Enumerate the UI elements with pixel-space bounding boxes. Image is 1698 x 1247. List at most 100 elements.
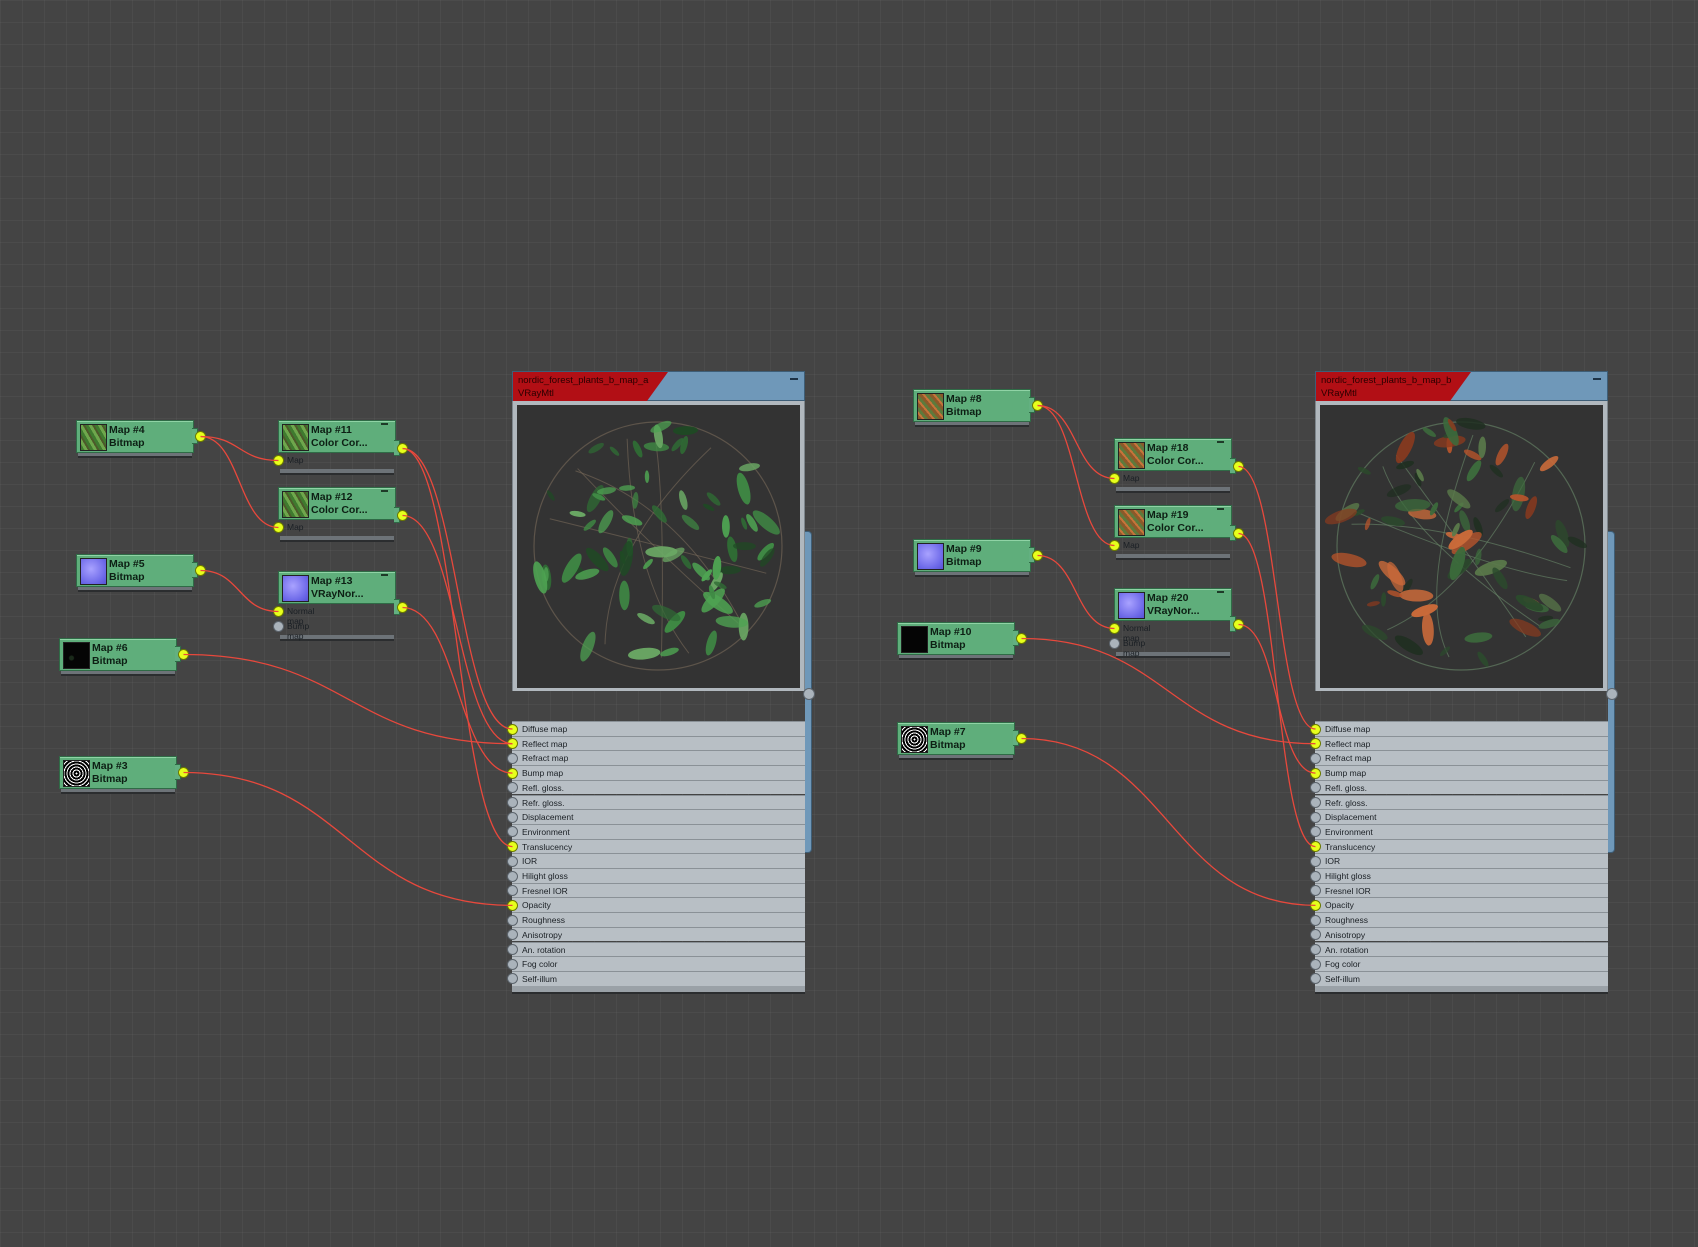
material-header[interactable]: nordic_forest_plants_b_map_b VRayMtl: [1315, 371, 1608, 402]
output-socket[interactable]: [1032, 400, 1043, 411]
slot-anisotropy[interactable]: Anisotropy: [1315, 926, 1608, 942]
connection-wire[interactable]: [200, 435, 279, 462]
input-socket-map[interactable]: [1109, 473, 1120, 484]
slot-ior[interactable]: IOR: [1315, 853, 1608, 868]
slot-diffuse-map[interactable]: Diffuse map: [512, 721, 805, 736]
connection-wire[interactable]: [1021, 737, 1316, 907]
collapse-icon[interactable]: [381, 490, 388, 492]
input-socket-bump-map[interactable]: [273, 621, 284, 632]
output-socket[interactable]: [397, 510, 408, 521]
output-socket[interactable]: [1032, 550, 1043, 561]
connection-wire[interactable]: [1037, 404, 1115, 480]
output-socket[interactable]: [397, 443, 408, 454]
slot-anisotropy[interactable]: Anisotropy: [512, 926, 805, 942]
input-socket[interactable]: [507, 797, 518, 808]
material-header[interactable]: nordic_forest_plants_b_map_a VRayMtl: [512, 371, 805, 402]
collapse-icon[interactable]: [1593, 378, 1601, 380]
slot-opacity[interactable]: Opacity: [512, 897, 805, 913]
input-socket[interactable]: [507, 914, 518, 926]
input-socket-map[interactable]: [273, 455, 284, 466]
input-socket[interactable]: [507, 811, 518, 823]
output-socket[interactable]: [397, 602, 408, 613]
slot-fresnel-ior[interactable]: Fresnel IOR: [512, 882, 805, 898]
input-socket[interactable]: [1310, 797, 1321, 808]
slot-diffuse-map[interactable]: Diffuse map: [1315, 721, 1608, 736]
connection-wire[interactable]: [1238, 623, 1316, 774]
input-socket-bump-map[interactable]: [1109, 638, 1120, 649]
output-socket[interactable]: [178, 767, 189, 778]
slot-hilight-gloss[interactable]: Hilight gloss: [1315, 868, 1608, 883]
slot-refl-gloss[interactable]: Refl. gloss.: [1315, 779, 1608, 795]
input-socket[interactable]: [1310, 752, 1321, 764]
input-socket[interactable]: [1310, 811, 1321, 823]
slot-bump-map[interactable]: Bump map: [1315, 765, 1608, 780]
output-socket[interactable]: [1233, 461, 1244, 472]
input-socket[interactable]: [1310, 914, 1321, 926]
connection-wire[interactable]: [402, 447, 513, 730]
collapse-icon[interactable]: [1217, 591, 1224, 593]
collapse-icon[interactable]: [381, 574, 388, 576]
input-socket[interactable]: [1310, 855, 1321, 867]
slot-refl-gloss[interactable]: Refl. gloss.: [512, 779, 805, 795]
slot-reflect-map[interactable]: Reflect map: [512, 735, 805, 751]
material-preview[interactable]: [1315, 401, 1608, 691]
slot-bump-map[interactable]: Bump map: [512, 765, 805, 780]
slot-environment[interactable]: Environment: [512, 823, 805, 839]
connection-wire[interactable]: [402, 606, 513, 774]
input-socket[interactable]: [507, 767, 518, 779]
input-socket[interactable]: [507, 958, 518, 970]
output-socket[interactable]: [1233, 528, 1244, 539]
input-socket[interactable]: [1310, 767, 1321, 779]
collapse-icon[interactable]: [1217, 441, 1224, 443]
slot-refract-map[interactable]: Refract map: [1315, 750, 1608, 766]
input-socket[interactable]: [507, 723, 518, 735]
input-socket[interactable]: [507, 752, 518, 764]
input-socket[interactable]: [507, 870, 518, 882]
slot-ior[interactable]: IOR: [512, 853, 805, 868]
collapse-icon[interactable]: [381, 423, 388, 425]
slot-environment[interactable]: Environment: [1315, 823, 1608, 839]
input-socket-normal-map[interactable]: [273, 606, 284, 617]
connection-wire[interactable]: [183, 653, 513, 745]
connection-wire[interactable]: [1238, 532, 1316, 848]
input-socket[interactable]: [507, 899, 518, 911]
slot-an-rotation[interactable]: An. rotation: [1315, 941, 1608, 957]
slot-self-illum[interactable]: Self-illum: [1315, 970, 1608, 986]
connection-wire[interactable]: [1037, 554, 1115, 630]
output-socket[interactable]: [1016, 733, 1027, 744]
slot-opacity[interactable]: Opacity: [1315, 897, 1608, 913]
output-socket[interactable]: [1233, 619, 1244, 630]
slot-self-illum[interactable]: Self-illum: [512, 970, 805, 986]
slot-displacement[interactable]: Displacement: [512, 809, 805, 824]
slot-translucency[interactable]: Translucency: [512, 838, 805, 854]
slot-refr-gloss[interactable]: Refr. gloss.: [1315, 794, 1608, 810]
input-socket-map[interactable]: [273, 522, 284, 533]
collapse-icon[interactable]: [790, 378, 798, 380]
input-socket[interactable]: [507, 944, 518, 955]
input-socket[interactable]: [1310, 870, 1321, 882]
connection-wire[interactable]: [402, 447, 513, 848]
connection-wire[interactable]: [1238, 465, 1316, 730]
slot-translucency[interactable]: Translucency: [1315, 838, 1608, 854]
input-socket[interactable]: [507, 855, 518, 867]
slot-roughness[interactable]: Roughness: [1315, 912, 1608, 927]
input-socket[interactable]: [1310, 958, 1321, 970]
collapse-icon[interactable]: [1217, 508, 1224, 510]
slot-displacement[interactable]: Displacement: [1315, 809, 1608, 824]
input-socket-map[interactable]: [1109, 540, 1120, 551]
slot-refract-map[interactable]: Refract map: [512, 750, 805, 766]
connection-wire[interactable]: [1037, 404, 1115, 547]
output-socket[interactable]: [803, 688, 815, 700]
slot-refr-gloss[interactable]: Refr. gloss.: [512, 794, 805, 810]
connection-wire[interactable]: [200, 435, 279, 529]
connection-wire[interactable]: [200, 569, 279, 613]
material-preview[interactable]: [512, 401, 805, 691]
slot-reflect-map[interactable]: Reflect map: [1315, 735, 1608, 751]
output-socket[interactable]: [195, 565, 206, 576]
slot-fresnel-ior[interactable]: Fresnel IOR: [1315, 882, 1608, 898]
output-socket[interactable]: [195, 431, 206, 442]
slot-an-rotation[interactable]: An. rotation: [512, 941, 805, 957]
connection-wire[interactable]: [183, 771, 513, 907]
input-socket[interactable]: [1310, 944, 1321, 955]
input-socket[interactable]: [1310, 723, 1321, 735]
